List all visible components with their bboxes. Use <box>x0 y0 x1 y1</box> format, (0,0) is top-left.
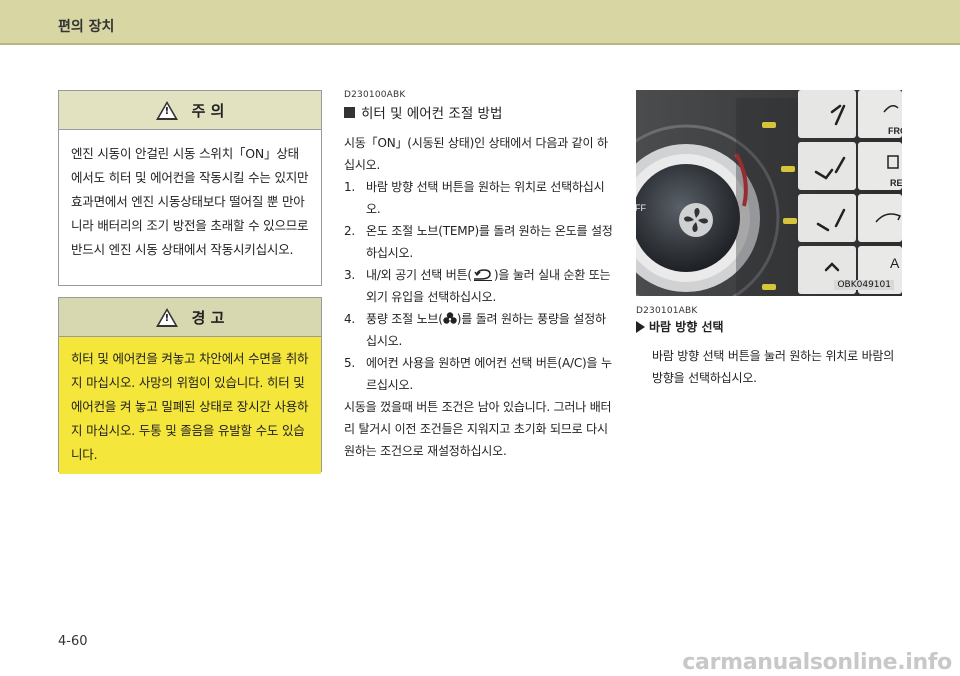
page-header: 편의 장치 <box>0 0 960 44</box>
subsection-body: 바람 방향 선택 버튼을 눌러 원하는 위치로 바람의 방향을 선택하십시오. <box>652 349 895 385</box>
step-number: 4. <box>344 312 356 326</box>
section-outro: 시동을 껐을때 버튼 조건은 남아 있습니다. 그러나 배터리 탈거시 이전 조… <box>344 400 612 458</box>
caution-header: ! 주 의 <box>59 91 321 130</box>
subsection-code: D230101ABK <box>636 306 698 316</box>
subsection-heading: 바람 방향 선택 <box>636 318 906 335</box>
step-number: 2. <box>344 224 356 238</box>
warning-triangle-icon: ! <box>155 307 178 327</box>
knob-off-label: FF <box>636 203 646 213</box>
list-item: 1. 바람 방향 선택 버튼을 원하는 위치로 선택하십시오. <box>344 176 614 220</box>
step-text: 에어컨 사용을 원하면 에어컨 선택 버튼(A/C)을 누르십시오. <box>366 356 612 392</box>
arrow-bullet-icon <box>636 320 645 333</box>
recirculation-icon <box>473 269 492 281</box>
warning-title: 경 고 <box>191 308 225 327</box>
caution-box: ! 주 의 엔진 시동이 안걸린 시동 스위치「ON」상태에서도 히터 및 에어… <box>58 90 322 286</box>
warning-box: ! 경 고 히터 및 에어컨을 켜놓고 차안에서 수면을 취하지 마십시오. 사… <box>58 297 322 474</box>
list-item: 3. 내/외 공기 선택 버튼()을 눌러 실내 순환 또는 외기 유입을 선택… <box>344 264 614 308</box>
subsection-title: 바람 방향 선택 <box>649 320 724 334</box>
square-bullet-icon <box>344 106 355 118</box>
step-number: 5. <box>344 356 356 370</box>
list-item: 5. 에어컨 사용을 원하면 에어컨 선택 버튼(A/C)을 누르십시오. <box>344 352 614 396</box>
step-number: 1. <box>344 180 356 194</box>
climate-panel-illustration: FF FRO RE A <box>636 90 902 296</box>
step-text: 온도 조절 노브(TEMP)를 돌려 원하는 온도를 설정하십시오. <box>366 224 613 260</box>
caution-body: 엔진 시동이 안걸린 시동 스위치「ON」상태에서도 히터 및 에어컨을 작동시… <box>71 146 309 257</box>
caution-title: 주 의 <box>191 101 225 120</box>
subsection: D230101ABK 바람 방향 선택 바람 방향 선택 버튼을 눌러 원하는 … <box>636 306 906 389</box>
header-rule <box>0 43 960 45</box>
header-title: 편의 장치 <box>58 19 115 35</box>
section-heading: 히터 및 에어컨 조절 방법 <box>344 102 614 122</box>
step-text-pre: 풍량 조절 노브( <box>366 312 443 326</box>
page-number: 4-60 <box>58 634 88 649</box>
climate-control-photo: FF FRO RE A OBK0 <box>636 90 902 296</box>
list-item: 2. 온도 조절 노브(TEMP)를 돌려 원하는 온도를 설정하십시오. <box>344 220 614 264</box>
step-text: 풍량 조절 노브()를 돌려 원하는 풍량을 설정하십시오. <box>366 308 614 352</box>
steps-list: 1. 바람 방향 선택 버튼을 원하는 위치로 선택하십시오. 2. 온도 조절… <box>344 176 614 396</box>
figure-caption: OBK049101 <box>834 280 894 290</box>
ac-label: A <box>890 255 900 271</box>
fan-icon <box>443 312 457 324</box>
section-intro: 시동「ON」(시동된 상태)인 상태에서 다음과 같이 하십시오. <box>344 136 608 172</box>
step-number: 3. <box>344 268 356 282</box>
step-text: 바람 방향 선택 버튼을 원하는 위치로 선택하십시오. <box>366 180 605 216</box>
warning-header: ! 경 고 <box>59 298 321 337</box>
rear-defrost-label: RE <box>890 178 902 188</box>
step-text-pre: 내/외 공기 선택 버튼( <box>366 268 472 282</box>
section-code: D230100ABK <box>344 90 406 100</box>
warning-triangle-icon: ! <box>155 100 178 120</box>
front-defrost-label: FRO <box>888 126 902 136</box>
warning-body: 히터 및 에어컨을 켜놓고 차안에서 수면을 취하지 마십시오. 사망의 위험이… <box>59 337 321 474</box>
section-title: 히터 및 에어컨 조절 방법 <box>361 106 503 122</box>
list-item: 4. 풍량 조절 노브()를 돌려 원하는 풍량을 설정하십시오. <box>344 308 614 352</box>
watermark: carmanualsonline.info <box>682 650 952 675</box>
main-section: D230100ABK 히터 및 에어컨 조절 방법 시동「ON」(시동된 상태)… <box>344 90 614 462</box>
step-text: 내/외 공기 선택 버튼()을 눌러 실내 순환 또는 외기 유입을 선택하십시… <box>366 264 614 308</box>
